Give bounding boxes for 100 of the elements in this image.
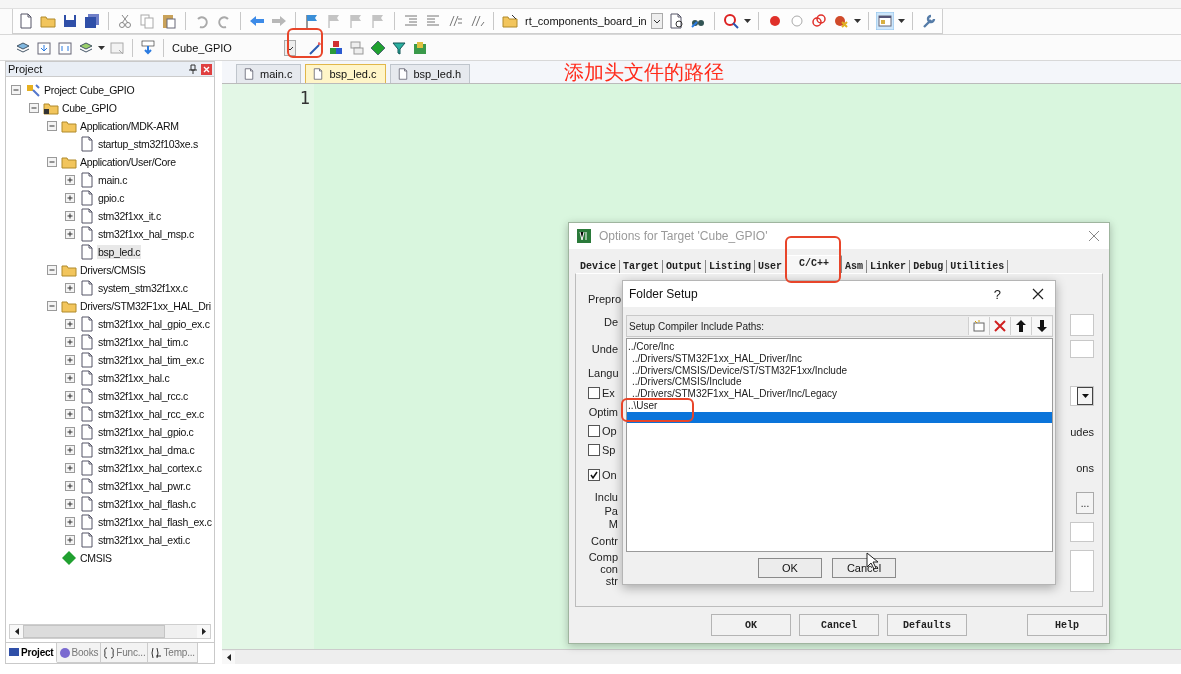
- tree-item[interactable]: CMSIS: [79, 551, 113, 565]
- tree-item[interactable]: stm32f1xx_hal_rcc.c: [97, 389, 189, 403]
- save-icon[interactable]: [61, 12, 79, 30]
- toolbar-button[interactable]: [1010, 317, 1031, 335]
- close-icon[interactable]: [1032, 288, 1044, 300]
- tree-item[interactable]: stm32f1xx_hal_gpio_ex.c: [97, 317, 211, 331]
- expand-icon[interactable]: [65, 426, 76, 438]
- expand-icon[interactable]: [65, 318, 76, 330]
- paste-icon[interactable]: [160, 12, 178, 30]
- checkbox[interactable]: [588, 424, 600, 437]
- move-up-icon[interactable]: [1016, 320, 1026, 332]
- editor-tab[interactable]: bsp_led.h: [389, 64, 471, 83]
- cut-icon[interactable]: [116, 12, 134, 30]
- dialog-button[interactable]: OK: [711, 614, 791, 636]
- expand-icon[interactable]: [65, 390, 76, 402]
- load-icon[interactable]: [139, 38, 157, 57]
- tree-item[interactable]: stm32f1xx_hal.c: [97, 371, 171, 385]
- tree-item[interactable]: stm32f1xx_hal_flash.c: [97, 497, 197, 511]
- target-combo[interactable]: Cube_GPIO: [170, 41, 282, 54]
- file-combo[interactable]: rt_components_board_in: [523, 15, 649, 27]
- pin-icon[interactable]: [189, 64, 197, 74]
- help-button[interactable]: ?: [993, 286, 1001, 302]
- tree-item[interactable]: Drivers/STM32F1xx_HAL_Dri: [79, 299, 212, 313]
- scroll-left-icon[interactable]: [14, 628, 19, 635]
- tree-item[interactable]: stm32f1xx_hal_gpio.c: [97, 425, 195, 439]
- expand-icon[interactable]: [65, 174, 76, 186]
- move-down-icon[interactable]: [1037, 320, 1047, 332]
- tree-item[interactable]: stm32f1xx_hal_flash_ex.c: [97, 515, 213, 529]
- collapse-icon[interactable]: [47, 264, 58, 276]
- tree-item[interactable]: Application/MDK-ARM: [79, 119, 180, 133]
- path-item[interactable]: ..\User: [627, 400, 1052, 412]
- blocks-icon[interactable]: [327, 38, 345, 57]
- delete-icon[interactable]: [994, 320, 1006, 332]
- dialog-button[interactable]: Help: [1027, 614, 1107, 636]
- expand-icon[interactable]: [65, 354, 76, 366]
- diamond-icon[interactable]: [369, 38, 387, 57]
- dialog-button[interactable]: Defaults: [887, 614, 967, 636]
- tree-item[interactable]: stm32f1xx_hal_dma.c: [97, 443, 196, 457]
- tree-item[interactable]: bsp_led.c: [97, 245, 142, 259]
- tree-item[interactable]: stm32f1xx_hal_tim_ex.c: [97, 353, 206, 367]
- expand-icon[interactable]: [65, 516, 76, 528]
- expand-icon[interactable]: [65, 192, 76, 204]
- path-item[interactable]: ../Drivers/STM32F1xx_HAL_Driver/Inc: [627, 352, 1052, 365]
- dialog-button[interactable]: Cancel: [832, 558, 896, 578]
- panel-tab[interactable]: Temp...: [148, 643, 198, 663]
- dialog-tab[interactable]: C/C++: [786, 255, 843, 273]
- path-item[interactable]: ../Core/Inc: [627, 341, 1052, 353]
- window-icon[interactable]: [875, 12, 894, 30]
- expand-icon[interactable]: [65, 336, 76, 348]
- panel-tab[interactable]: Func...: [101, 643, 149, 663]
- path-item[interactable]: ../Drivers/CMSIS/Include: [627, 376, 1052, 389]
- tree-item[interactable]: main.c: [97, 173, 129, 187]
- input-field[interactable]: [1070, 340, 1094, 358]
- tree-item[interactable]: stm32f1xx_hal_pwr.c: [97, 479, 192, 493]
- editor-tab[interactable]: bsp_led.c: [305, 64, 386, 83]
- caret-icon[interactable]: [853, 19, 861, 23]
- collapse-icon[interactable]: [47, 300, 58, 312]
- tree-item[interactable]: gpio.c: [97, 191, 126, 205]
- new-folder-icon[interactable]: [973, 320, 985, 332]
- toolbar-button[interactable]: [1031, 317, 1052, 335]
- scrollbar-thumb[interactable]: [23, 625, 165, 638]
- path-entry-field[interactable]: [627, 411, 1052, 423]
- tree-item[interactable]: startup_stm32f103xe.s: [97, 137, 199, 151]
- tree-item[interactable]: Drivers/CMSIS: [79, 263, 147, 277]
- dialog-button[interactable]: OK: [758, 558, 822, 578]
- expand-icon[interactable]: [65, 210, 76, 222]
- path-item[interactable]: ../Drivers/STM32F1xx_HAL_Driver/Inc/Legacy: [627, 388, 1052, 400]
- editor-tab[interactable]: main.c: [236, 64, 302, 83]
- expand-icon[interactable]: [65, 228, 76, 240]
- panel-tab[interactable]: Project: [6, 643, 57, 663]
- expand-icon[interactable]: [65, 480, 76, 492]
- caret-icon[interactable]: [1081, 394, 1089, 398]
- scroll-left-icon[interactable]: [226, 653, 231, 661]
- caret-icon[interactable]: [897, 19, 905, 23]
- browse-button[interactable]: ...: [1076, 492, 1094, 514]
- expand-icon[interactable]: [65, 282, 76, 294]
- tree-item[interactable]: Project: Cube_GPIO: [43, 83, 136, 97]
- scroll-right-icon[interactable]: [201, 628, 206, 635]
- tree-item[interactable]: Cube_GPIO: [61, 101, 118, 115]
- expand-icon[interactable]: [65, 444, 76, 456]
- tree-item[interactable]: stm32f1xx_hal_msp.c: [97, 227, 195, 241]
- tree-item[interactable]: stm32f1xx_hal_tim.c: [97, 335, 189, 349]
- folder-icon[interactable]: [501, 12, 519, 30]
- dropdown-field[interactable]: [1070, 386, 1094, 406]
- expand-icon[interactable]: [65, 462, 76, 474]
- caret-icon[interactable]: [98, 45, 105, 50]
- path-item[interactable]: ../Drivers/CMSIS/Device/ST/STM32F1xx/Include: [627, 364, 1052, 377]
- panel-tab[interactable]: Books: [56, 643, 102, 663]
- collapse-icon[interactable]: [29, 102, 40, 114]
- input-field[interactable]: [1070, 314, 1094, 336]
- expand-icon[interactable]: [65, 534, 76, 546]
- debug-magnifier-icon[interactable]: [721, 12, 740, 30]
- save-all-icon[interactable]: [83, 12, 101, 30]
- tree-item[interactable]: system_stm32f1xx.c: [97, 281, 189, 295]
- collapse-icon[interactable]: [47, 156, 58, 168]
- double-circle-icon[interactable]: [809, 12, 828, 30]
- tree-item[interactable]: stm32f1xx_hal_rcc_ex.c: [97, 407, 206, 421]
- checkbox[interactable]: [588, 443, 600, 456]
- caret-icon[interactable]: [743, 19, 751, 23]
- tree-item[interactable]: stm32f1xx_hal_cortex.c: [97, 461, 203, 475]
